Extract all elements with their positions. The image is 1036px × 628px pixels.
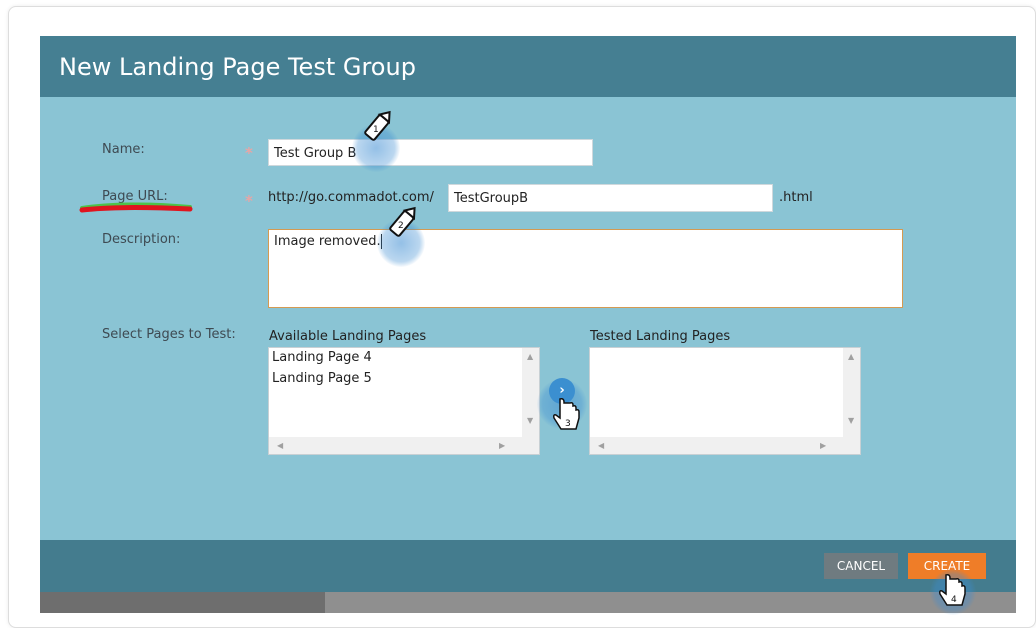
cancel-button[interactable]: CANCEL	[824, 553, 898, 579]
horizontal-scrollbar[interactable]: ◀ ▶	[269, 437, 539, 454]
description-textarea[interactable]: Image removed.	[268, 229, 903, 308]
pencil-icon: 2	[389, 206, 416, 237]
vertical-scrollbar[interactable]: ▲ ▼	[843, 348, 860, 437]
page-url-input[interactable]: TestGroupB	[448, 184, 773, 212]
scroll-left-icon[interactable]: ◀	[598, 441, 604, 450]
background-page-sidebar	[40, 592, 325, 613]
page-url-required-icon: *	[245, 192, 253, 210]
horizontal-scrollbar[interactable]: ◀ ▶	[590, 437, 860, 454]
dialog-footer: CANCEL CREATE	[40, 540, 1016, 592]
description-text: Image removed.	[274, 234, 381, 249]
dialog-title: New Landing Page Test Group	[59, 53, 416, 81]
vertical-scrollbar[interactable]: ▲ ▼	[522, 348, 539, 437]
hand-pointer-icon: 4	[939, 574, 966, 606]
step-1-label: 1	[373, 125, 379, 135]
scroll-right-icon[interactable]: ▶	[820, 441, 826, 450]
scroll-left-icon[interactable]: ◀	[277, 441, 283, 450]
select-pages-label: Select Pages to Test:	[102, 327, 236, 342]
step-2-label: 2	[398, 221, 404, 231]
dialog-title-bar: New Landing Page Test Group	[40, 36, 1016, 97]
step-3-label: 3	[565, 419, 571, 429]
scroll-down-icon[interactable]: ▼	[527, 416, 533, 425]
name-label: Name:	[102, 142, 145, 157]
pencil-icon: 1	[364, 110, 391, 141]
list-item[interactable]: Landing Page 5	[272, 371, 372, 386]
name-required-icon: *	[245, 144, 253, 162]
scroll-up-icon[interactable]: ▲	[527, 352, 533, 361]
available-pages-list[interactable]: Landing Page 4 Landing Page 5 ▲ ▼ ◀ ▶	[268, 347, 540, 455]
tested-pages-label: Tested Landing Pages	[590, 329, 731, 344]
tested-pages-list[interactable]: ▲ ▼ ◀ ▶	[589, 347, 861, 455]
available-pages-label: Available Landing Pages	[269, 329, 427, 344]
hand-pointer-icon: 3	[553, 398, 580, 430]
list-item[interactable]: Landing Page 4	[272, 350, 372, 365]
description-label: Description:	[102, 232, 181, 247]
scroll-down-icon[interactable]: ▼	[848, 416, 854, 425]
name-input[interactable]: Test Group B	[268, 139, 593, 166]
red-underline-annotation	[79, 202, 193, 213]
url-prefix: http://go.commadot.com/	[268, 190, 434, 205]
url-suffix: .html	[779, 190, 813, 205]
new-landing-page-test-group-dialog: New Landing Page Test Group Name: * Test…	[40, 36, 1016, 615]
scroll-right-icon[interactable]: ▶	[499, 441, 505, 450]
scroll-up-icon[interactable]: ▲	[848, 352, 854, 361]
step-4-label: 4	[951, 595, 957, 605]
